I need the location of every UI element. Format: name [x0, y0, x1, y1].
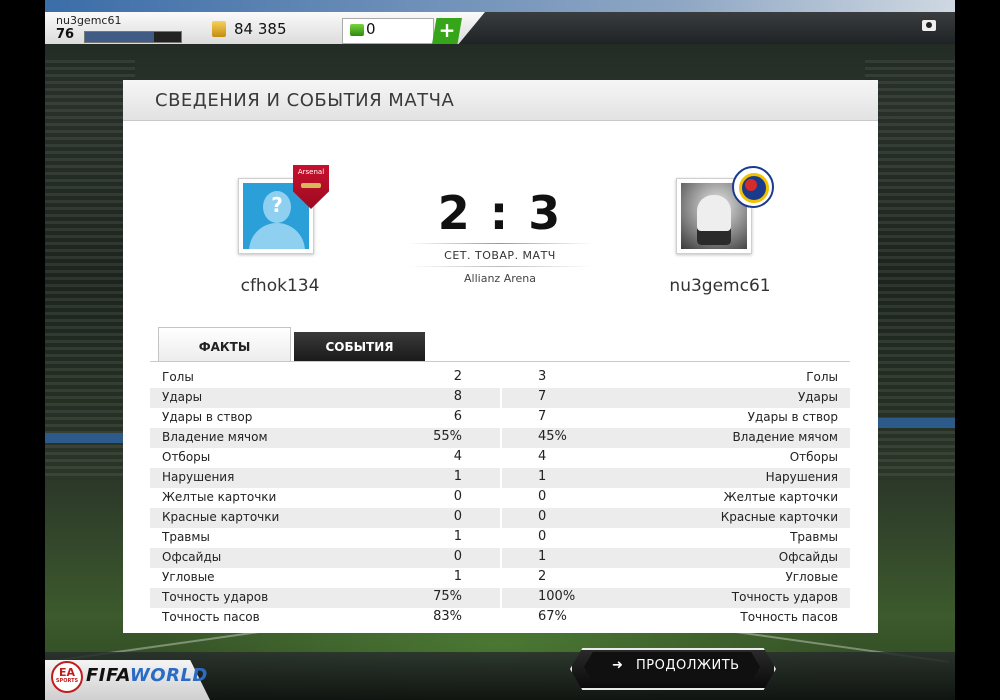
arrow-right-icon: ➜: [612, 658, 623, 673]
venue: Allianz Arena: [464, 272, 536, 285]
stat-value-away: 2: [538, 569, 547, 584]
stat-label-away: Точность ударов: [731, 590, 838, 604]
question-mark-icon: ?: [271, 193, 283, 217]
home-player-name: cfhok134: [240, 276, 320, 296]
points-icon: [350, 24, 364, 36]
stat-value-away: 45%: [538, 429, 567, 444]
stat-label-home: Удары в створ: [162, 410, 253, 424]
stat-label-away: Офсайды: [778, 550, 838, 564]
crest-text: Arsenal: [297, 168, 325, 176]
ea-sub-label: SPORTS: [55, 678, 79, 684]
stat-label-away: Удары: [797, 390, 838, 404]
stat-label-home: Точность пасов: [162, 610, 260, 624]
stat-value-away: 3: [538, 369, 547, 384]
stat-value-home: 75%: [433, 589, 462, 604]
top-strip: [45, 0, 955, 12]
username: nu3gemc61: [56, 14, 122, 27]
stat-label-away: Владение мячом: [732, 430, 838, 444]
tab-facts[interactable]: ФАКТЫ: [158, 327, 291, 362]
stat-label-home: Угловые: [162, 570, 215, 584]
stat-value-home: 8: [453, 389, 462, 404]
stat-value-away: 100%: [538, 589, 576, 604]
stat-value-away: 0: [538, 529, 547, 544]
tab-events[interactable]: СОБЫТИЯ: [294, 332, 425, 361]
stat-label-home: Точность ударов: [162, 590, 269, 604]
ea-sports-logo: EA SPORTS: [51, 661, 83, 693]
stat-label-away: Отборы: [789, 450, 838, 464]
level: 76: [56, 27, 75, 42]
divider: [408, 243, 592, 244]
match-score: 2 : 3: [437, 186, 563, 240]
stat-label-home: Голы: [162, 370, 194, 384]
stat-value-home: 83%: [433, 609, 462, 624]
stat-value-away: 1: [538, 469, 547, 484]
coins-value: 84 385: [234, 20, 287, 38]
stat-value-away: 4: [538, 449, 547, 464]
xp-bar: [84, 31, 182, 43]
stat-label-away: Красные карточки: [720, 510, 838, 524]
camera-icon[interactable]: [922, 20, 936, 31]
ad-board-left: [45, 433, 123, 443]
stat-value-home: 1: [453, 529, 462, 544]
match-type: СЕТ. ТОВАР. МАТЧ: [444, 249, 556, 262]
stat-label-home: Владение мячом: [162, 430, 268, 444]
avatar-figure: [697, 195, 731, 245]
stat-value-home: 4: [453, 449, 462, 464]
stand-left: [45, 60, 135, 480]
stat-value-home: 0: [453, 489, 462, 504]
add-points-button[interactable]: +: [432, 18, 462, 44]
stat-label-home: Нарушения: [162, 470, 235, 484]
cannon-icon: [301, 183, 321, 188]
panel-title: СВЕДЕНИЯ И СОБЫТИЯ МАТЧА: [155, 90, 455, 111]
stand-right: [865, 60, 955, 480]
stat-label-home: Отборы: [162, 450, 211, 464]
stat-label-home: Офсайды: [162, 550, 222, 564]
stat-label-home: Желтые карточки: [162, 490, 277, 504]
stat-label-away: Травмы: [790, 530, 838, 544]
coins-icon: [212, 21, 226, 37]
fifa-world-logo: FIFAWORLD: [86, 665, 208, 686]
brand-world: WORLD: [129, 665, 208, 686]
stat-value-home: 1: [453, 469, 462, 484]
xp-bar-fill: [85, 32, 155, 42]
stat-label-home: Травмы: [162, 530, 210, 544]
stat-label-home: Удары: [162, 390, 203, 404]
stats-divider: [500, 368, 502, 628]
stat-value-home: 0: [453, 509, 462, 524]
rostov-crest-icon: [732, 166, 774, 208]
brand-fifa: FIFA: [86, 665, 130, 686]
stat-label-away: Точность пасов: [740, 610, 838, 624]
stat-label-away: Удары в створ: [747, 410, 838, 424]
ad-board-right: [877, 418, 955, 428]
tabs-underline: [150, 361, 850, 362]
silhouette-body: [249, 223, 305, 249]
stat-value-away: 0: [538, 509, 547, 524]
stat-value-home: 2: [453, 369, 462, 384]
stat-value-away: 67%: [538, 609, 567, 624]
left-border: [0, 0, 45, 700]
stat-label-away: Желтые карточки: [723, 490, 838, 504]
points-value: 0: [366, 20, 376, 38]
stat-value-away: 7: [538, 409, 547, 424]
crest-ball: [745, 179, 757, 191]
stat-value-home: 0: [453, 549, 462, 564]
stat-value-home: 1: [453, 569, 462, 584]
stat-value-away: 0: [538, 489, 547, 504]
stat-value-away: 1: [538, 549, 547, 564]
stat-label-away: Угловые: [785, 570, 838, 584]
stat-label-away: Голы: [806, 370, 838, 384]
away-player-name: nu3gemc61: [669, 276, 771, 296]
stat-label-home: Красные карточки: [162, 510, 280, 524]
continue-label[interactable]: ПРОДОЛЖИТЬ: [636, 658, 740, 673]
stat-label-away: Нарушения: [765, 470, 838, 484]
stat-value-home: 6: [453, 409, 462, 424]
stat-value-away: 7: [538, 389, 547, 404]
divider: [408, 266, 592, 267]
right-border: [955, 0, 1000, 700]
stat-value-home: 55%: [433, 429, 462, 444]
